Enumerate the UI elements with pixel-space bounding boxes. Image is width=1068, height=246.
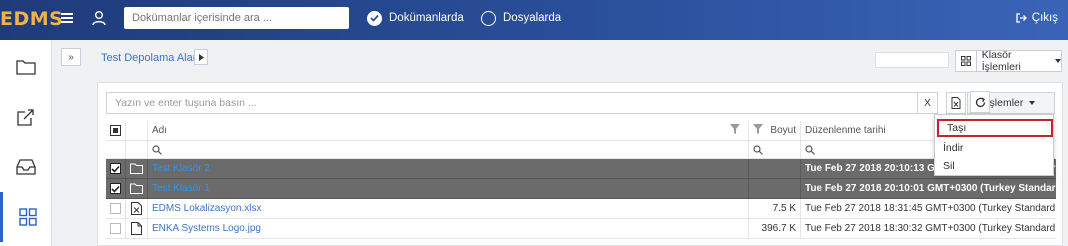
file-list-panel: Yazın ve enter tuşuna basın ... X İşleml… bbox=[97, 82, 1063, 246]
blank-field bbox=[875, 52, 949, 68]
caret-down-icon bbox=[1029, 101, 1036, 105]
refresh-button[interactable] bbox=[970, 91, 990, 113]
table-row[interactable]: EDMS Lokalizasyon.xlsx 7.5 K Tue Feb 27 … bbox=[106, 199, 1056, 219]
sidebar-item-inbox[interactable] bbox=[0, 142, 52, 192]
folder-icon bbox=[130, 183, 143, 194]
row-checkbox[interactable] bbox=[106, 159, 126, 178]
operations-label: İşlemler bbox=[986, 97, 1024, 109]
folder-operations-dropdown[interactable]: Klasör İşlemleri bbox=[955, 49, 1062, 73]
logout-label: Çıkış bbox=[1031, 12, 1058, 24]
size-filter-field[interactable] bbox=[749, 141, 801, 158]
menu-item-delete[interactable]: Sil bbox=[935, 157, 1053, 175]
folder-icon bbox=[16, 60, 36, 75]
row-size: 396.7 K bbox=[761, 223, 796, 234]
column-header-modified: Düzenlenme tarihi bbox=[805, 125, 886, 136]
caret-down-icon bbox=[1055, 59, 1061, 63]
breadcrumb-current[interactable]: Test Depolama Alanı bbox=[101, 52, 202, 64]
row-size: 7.5 K bbox=[772, 203, 796, 214]
top-navbar: EDMS Dokümanlarda Dosyalarda Çıkış bbox=[0, 0, 1068, 40]
row-name-link[interactable]: Test Klasör 1 bbox=[152, 183, 210, 194]
sidebar-item-folders[interactable] bbox=[0, 42, 52, 92]
inbox-icon bbox=[16, 159, 36, 175]
filter-icon bbox=[730, 124, 740, 134]
row-modified: Tue Feb 27 2018 18:31:45 GMT+0300 (Turke… bbox=[805, 203, 1056, 214]
column-header-size: Boyut bbox=[770, 125, 796, 136]
table-row[interactable]: Test Klasör 1 Tue Feb 27 2018 20:10:01 G… bbox=[106, 179, 1056, 199]
menu-item-download[interactable]: İndir bbox=[935, 139, 1053, 157]
scope-documents-radio[interactable]: Dokümanlarda bbox=[367, 10, 464, 26]
folder-icon bbox=[130, 163, 143, 174]
operations-menu: Taşı İndir Sil bbox=[934, 114, 1054, 176]
row-checkbox[interactable] bbox=[106, 179, 126, 198]
row-name-link[interactable]: EDMS Lokalizasyon.xlsx bbox=[152, 203, 261, 214]
scope-documents-label: Dokümanlarda bbox=[389, 12, 464, 24]
table-row[interactable]: Test Klasör 2 Tue Feb 27 2018 20:10:13 G… bbox=[106, 159, 1056, 179]
menu-icon[interactable] bbox=[61, 13, 73, 23]
row-checkbox[interactable] bbox=[106, 199, 126, 218]
triangle-right-icon bbox=[198, 53, 204, 61]
row-modified: Tue Feb 27 2018 18:30:32 GMT+0300 (Turke… bbox=[805, 223, 1056, 234]
table-filter-row bbox=[106, 141, 1056, 159]
clear-filter-button[interactable]: X bbox=[918, 92, 938, 114]
logout-icon bbox=[1016, 13, 1027, 23]
search-icon bbox=[152, 144, 162, 155]
excel-file-icon bbox=[951, 97, 961, 109]
row-name-link[interactable]: Test Klasör 2 bbox=[152, 163, 210, 174]
excel-file-icon bbox=[131, 202, 142, 215]
sidebar-item-dashboard[interactable] bbox=[0, 192, 52, 242]
app-logo[interactable]: EDMS bbox=[0, 8, 63, 30]
column-header-name: Adı bbox=[152, 125, 168, 136]
row-modified: Tue Feb 27 2018 20:10:01 GMT+0300 (Turke… bbox=[805, 183, 1056, 194]
menu-item-move[interactable]: Taşı bbox=[937, 119, 1053, 137]
select-all-checkbox[interactable] bbox=[106, 121, 126, 140]
table-header-row: Adı Boyut Düzenlenme tarihi bbox=[106, 121, 1056, 141]
folder-operations-label: Klasör İşlemleri bbox=[981, 49, 1021, 73]
sidebar-item-share[interactable] bbox=[0, 92, 52, 142]
breadcrumb-bar: Test Depolama Alanı Klasör İşlemleri bbox=[91, 40, 1068, 77]
global-search-input[interactable] bbox=[124, 7, 349, 29]
radio-unchecked-icon bbox=[481, 10, 496, 26]
grid-icon bbox=[18, 208, 37, 226]
refresh-icon bbox=[975, 96, 985, 107]
row-name-link[interactable]: ENKA Systems Logo.jpg bbox=[152, 223, 261, 234]
radio-checked-icon bbox=[367, 10, 382, 26]
file-icon bbox=[131, 222, 142, 235]
double-chevron-right-icon: » bbox=[68, 51, 74, 63]
expand-panel-button[interactable]: » bbox=[61, 48, 81, 66]
row-checkbox[interactable] bbox=[106, 219, 126, 238]
logout-button[interactable]: Çıkış bbox=[1016, 12, 1058, 24]
scope-files-label: Dosyalarda bbox=[503, 12, 562, 24]
share-export-icon bbox=[17, 109, 34, 126]
search-icon bbox=[805, 144, 815, 155]
breadcrumb-next-button[interactable] bbox=[194, 49, 208, 65]
scope-files-radio[interactable]: Dosyalarda bbox=[481, 10, 561, 26]
name-filter-field[interactable] bbox=[148, 141, 749, 158]
grid-view-icon bbox=[956, 51, 977, 71]
filter-input[interactable]: Yazın ve enter tuşuna basın ... bbox=[106, 92, 918, 114]
filter-icon bbox=[753, 124, 763, 134]
export-excel-button[interactable] bbox=[946, 92, 966, 114]
table-row[interactable]: ENKA Systems Logo.jpg 396.7 K Tue Feb 27… bbox=[106, 219, 1056, 239]
search-icon bbox=[753, 144, 763, 155]
left-sidebar bbox=[0, 40, 52, 246]
file-table: Adı Boyut Düzenlenme tarihi Test Klasör … bbox=[106, 121, 1056, 239]
user-icon[interactable] bbox=[92, 10, 106, 26]
